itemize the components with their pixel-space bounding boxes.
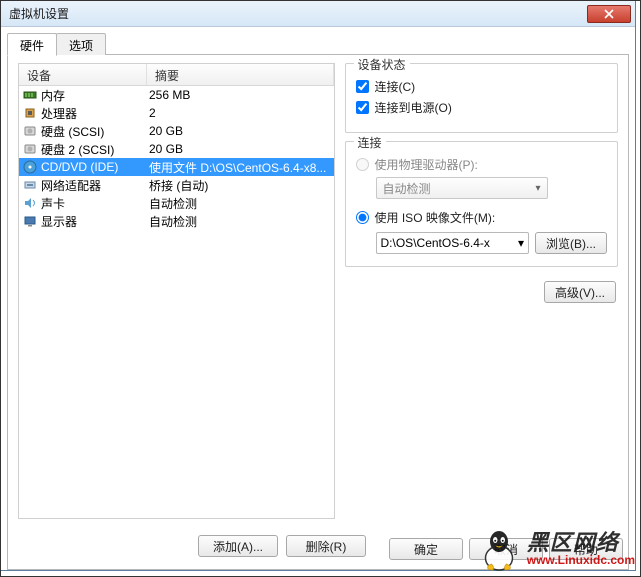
device-name: 硬盘 (SCSI) <box>41 123 104 140</box>
device-row[interactable]: 网络适配器 桥接 (自动) <box>19 176 334 194</box>
titlebar: 虚拟机设置 <box>1 1 635 27</box>
device-name: 内存 <box>41 87 65 104</box>
hdd-icon <box>23 142 37 156</box>
device-name: 网络适配器 <box>41 177 101 194</box>
iso-path-value: D:\OS\CentOS-6.4-x <box>381 236 490 250</box>
device-name: CD/DVD (IDE) <box>41 160 118 174</box>
use-physical-label: 使用物理驱动器(P): <box>375 156 478 173</box>
connected-checkbox[interactable] <box>356 80 369 93</box>
memory-icon <box>23 88 37 102</box>
device-summary: 256 MB <box>147 88 334 102</box>
tab-hardware[interactable]: 硬件 <box>7 33 57 56</box>
device-summary: 自动检测 <box>147 195 334 212</box>
use-physical-radio <box>356 158 369 171</box>
cd-icon <box>23 160 37 174</box>
device-row[interactable]: 处理器 2 <box>19 104 334 122</box>
connected-label: 连接(C) <box>375 78 416 95</box>
sound-icon <box>23 196 37 210</box>
device-summary: 20 GB <box>147 142 334 156</box>
net-icon <box>23 178 37 192</box>
physical-drive-combo: 自动检测 ▾ <box>376 177 548 199</box>
device-summary: 使用文件 D:\OS\CentOS-6.4-x8... <box>147 159 334 176</box>
device-summary: 2 <box>147 106 334 120</box>
device-row[interactable]: 内存 256 MB <box>19 86 334 104</box>
device-row[interactable]: 硬盘 (SCSI) 20 GB <box>19 122 334 140</box>
connect-on-power-checkbox[interactable] <box>356 101 369 114</box>
device-status-group: 设备状态 连接(C) 连接到电源(O) <box>345 63 618 133</box>
dialog-title: 虚拟机设置 <box>9 5 587 22</box>
tab-options[interactable]: 选项 <box>56 33 106 55</box>
device-row[interactable]: CD/DVD (IDE) 使用文件 D:\OS\CentOS-6.4-x8... <box>19 158 334 176</box>
device-name: 硬盘 2 (SCSI) <box>41 141 114 158</box>
cpu-icon <box>23 106 37 120</box>
remove-button[interactable]: 删除(R) <box>286 535 366 557</box>
browse-button[interactable]: 浏览(B)... <box>535 232 607 254</box>
iso-path-combo[interactable]: D:\OS\CentOS-6.4-x ▾ <box>376 232 529 254</box>
device-summary: 自动检测 <box>147 213 334 230</box>
device-summary: 桥接 (自动) <box>147 177 334 194</box>
close-icon <box>604 9 614 19</box>
use-iso-radio[interactable] <box>356 211 369 224</box>
device-row[interactable]: 硬盘 2 (SCSI) 20 GB <box>19 140 334 158</box>
display-icon <box>23 214 37 228</box>
hdd-icon <box>23 124 37 138</box>
col-header-summary[interactable]: 摘要 <box>147 64 334 85</box>
use-iso-label: 使用 ISO 映像文件(M): <box>375 209 496 226</box>
device-summary: 20 GB <box>147 124 334 138</box>
device-row[interactable]: 声卡 自动检测 <box>19 194 334 212</box>
device-name: 显示器 <box>41 213 77 230</box>
advanced-button[interactable]: 高级(V)... <box>544 281 616 303</box>
device-list: 设备 摘要 内存256 MB处理器2硬盘 (SCSI)20 GB硬盘 2 (SC… <box>18 63 335 519</box>
device-name: 声卡 <box>41 195 65 212</box>
tab-strip: 硬件 选项 <box>7 33 629 55</box>
device-row[interactable]: 显示器 自动检测 <box>19 212 334 230</box>
ok-button[interactable]: 确定 <box>389 538 463 560</box>
chevron-down-icon: ▾ <box>518 236 524 250</box>
physical-drive-value: 自动检测 <box>383 180 431 197</box>
cancel-button[interactable]: 取消 <box>469 538 543 560</box>
device-name: 处理器 <box>41 105 77 122</box>
device-status-title: 设备状态 <box>354 56 410 73</box>
col-header-device[interactable]: 设备 <box>19 64 147 85</box>
device-list-header: 设备 摘要 <box>19 64 334 86</box>
add-button[interactable]: 添加(A)... <box>198 535 278 557</box>
help-button[interactable]: 帮助 <box>549 538 623 560</box>
connect-on-power-label: 连接到电源(O) <box>375 99 452 116</box>
connection-title: 连接 <box>354 134 386 151</box>
close-button[interactable] <box>587 5 631 23</box>
chevron-down-icon: ▾ <box>535 183 540 194</box>
connection-group: 连接 使用物理驱动器(P): 自动检测 ▾ 使用 ISO 映像文件(M): <box>345 141 618 267</box>
